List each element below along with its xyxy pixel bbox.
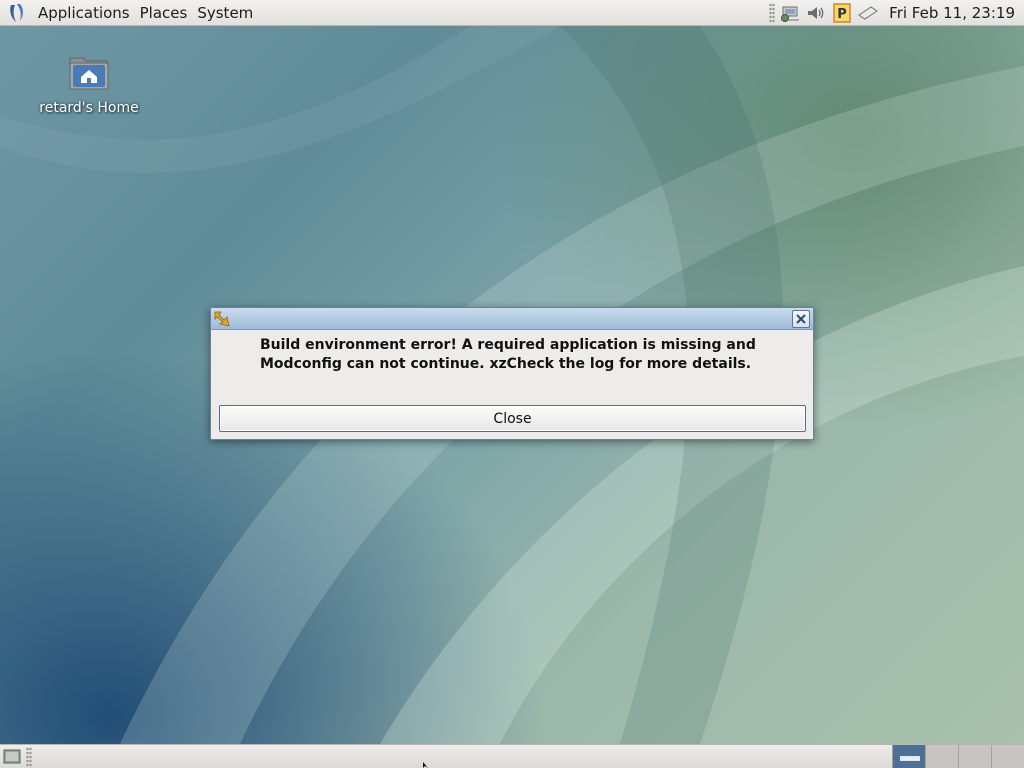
top-panel: Applications Places System P Fri Feb 11,…	[0, 0, 1024, 26]
desktop-home-folder[interactable]: retard's Home	[30, 50, 148, 116]
error-dialog: Build environment error! A required appl…	[210, 307, 814, 440]
workspace-1[interactable]	[892, 745, 925, 768]
workspace-3[interactable]	[958, 745, 991, 768]
dialog-message: Build environment error! A required appl…	[260, 337, 756, 372]
panel-drag-handle[interactable]	[26, 747, 32, 767]
close-button[interactable]: Close	[219, 405, 806, 432]
desktop-icon-label: retard's Home	[39, 100, 139, 116]
show-desktop-icon[interactable]	[2, 747, 22, 767]
workspace-4[interactable]	[991, 745, 1024, 768]
menu-places[interactable]: Places	[135, 0, 193, 26]
notes-icon[interactable]	[857, 2, 879, 24]
close-icon[interactable]	[792, 310, 810, 328]
distro-logo-icon[interactable]	[6, 2, 28, 24]
system-tray: P Fri Feb 11, 23:19	[769, 0, 1024, 26]
panel-drag-handle[interactable]	[769, 3, 776, 23]
network-icon[interactable]	[779, 2, 801, 24]
package-updater-icon[interactable]: P	[831, 2, 853, 24]
workspace-switcher	[892, 745, 1024, 768]
dialog-titlebar[interactable]	[211, 308, 813, 330]
menu-applications[interactable]: Applications	[33, 0, 135, 26]
volume-icon[interactable]	[805, 2, 827, 24]
svg-text:P: P	[837, 7, 847, 22]
workspace-2[interactable]	[925, 745, 958, 768]
modconfig-app-icon	[213, 310, 231, 328]
mouse-pointer-icon	[423, 762, 428, 768]
panel-clock[interactable]: Fri Feb 11, 23:19	[881, 4, 1024, 22]
bottom-panel	[0, 744, 1024, 768]
home-folder-icon	[67, 50, 111, 94]
menu-system[interactable]: System	[192, 0, 258, 26]
